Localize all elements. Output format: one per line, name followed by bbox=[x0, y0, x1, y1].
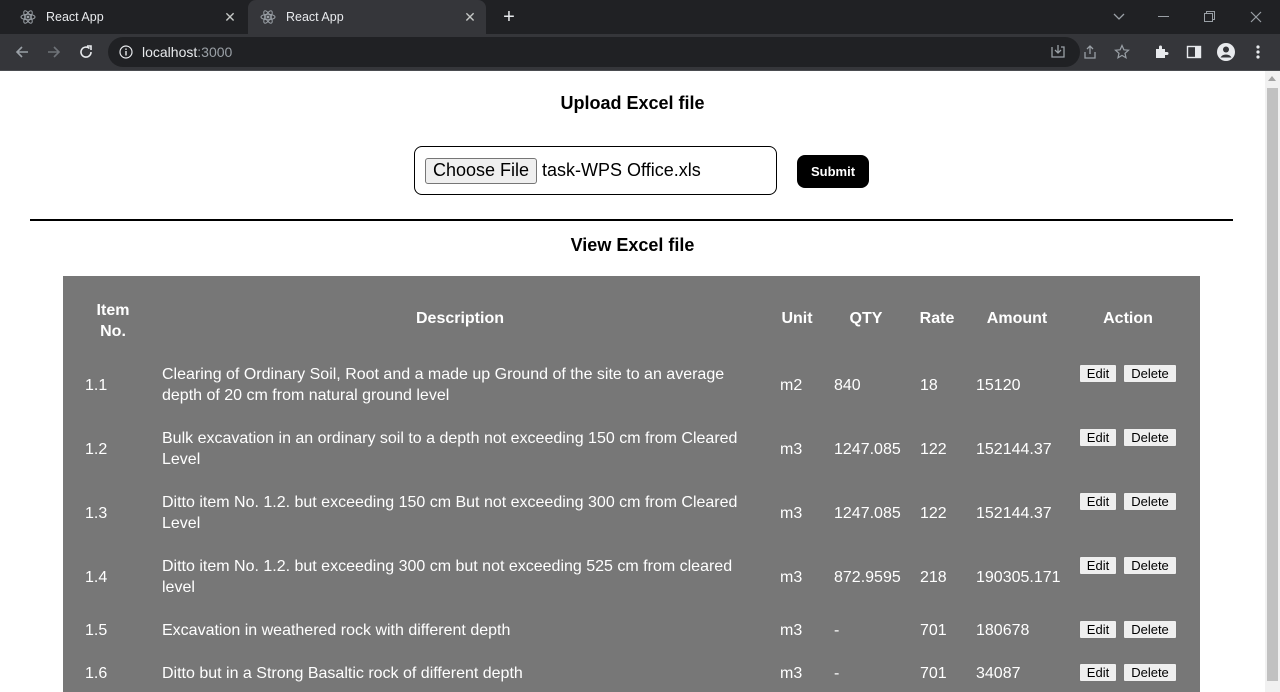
reload-icon[interactable] bbox=[72, 38, 100, 66]
cell-rate: 122 bbox=[920, 505, 947, 522]
address-bar[interactable]: localhost:3000 bbox=[108, 37, 1080, 67]
cell-description: Bulk excavation in an ordinary soil to a… bbox=[162, 430, 738, 468]
react-logo-icon bbox=[20, 9, 36, 25]
cell-item-no: 1.5 bbox=[85, 622, 108, 639]
url-port: :3000 bbox=[197, 44, 233, 60]
cell-qty: 872.9595 bbox=[834, 569, 901, 586]
cell-unit: m3 bbox=[780, 441, 803, 458]
upload-heading: Upload Excel file bbox=[560, 93, 705, 113]
cell-amount: 15120 bbox=[976, 377, 1021, 394]
section-divider bbox=[30, 219, 1233, 221]
header-rate: Rate bbox=[919, 310, 955, 327]
url-host: localhost bbox=[142, 44, 198, 60]
cell-description: Clearing of Ordinary Soil, Root and a ma… bbox=[162, 366, 725, 404]
edit-button[interactable]: Edit bbox=[1079, 556, 1117, 575]
cell-qty: 1247.085 bbox=[834, 505, 901, 522]
close-tab-icon[interactable]: ✕ bbox=[460, 7, 480, 27]
cell-item-no: 1.4 bbox=[85, 569, 108, 586]
cell-amount: 190305.171 bbox=[976, 569, 1061, 586]
edit-button[interactable]: Edit bbox=[1079, 663, 1117, 682]
new-tab-plus-icon[interactable]: + bbox=[498, 6, 520, 28]
edit-button[interactable]: Edit bbox=[1079, 620, 1117, 639]
cell-unit: m3 bbox=[780, 665, 803, 682]
share-icon[interactable] bbox=[1076, 38, 1104, 66]
header-item-line1: Item bbox=[96, 302, 130, 319]
profile-avatar-icon[interactable] bbox=[1212, 38, 1240, 66]
header-unit: Unit bbox=[781, 310, 813, 327]
browser-toolbar: localhost:3000 bbox=[0, 34, 1280, 70]
cell-qty: - bbox=[834, 665, 840, 682]
minimize-icon[interactable] bbox=[1142, 0, 1186, 34]
delete-button[interactable]: Delete bbox=[1123, 663, 1177, 682]
url-text: localhost:3000 bbox=[142, 44, 232, 60]
cell-rate: 122 bbox=[920, 441, 947, 458]
submit-button[interactable]: Submit bbox=[797, 155, 869, 188]
cell-qty: 1247.085 bbox=[834, 441, 901, 458]
delete-button[interactable]: Delete bbox=[1123, 364, 1177, 383]
cell-unit: m3 bbox=[780, 622, 803, 639]
delete-button[interactable]: Delete bbox=[1123, 556, 1177, 575]
cell-rate: 701 bbox=[920, 665, 947, 682]
forward-arrow-icon[interactable] bbox=[40, 38, 68, 66]
scroll-up-arrow-icon[interactable] bbox=[1268, 76, 1276, 81]
cell-description: Ditto item No. 1.2. but exceeding 300 cm… bbox=[162, 558, 733, 596]
scrollbar-thumb[interactable] bbox=[1267, 88, 1278, 681]
cell-item-no: 1.1 bbox=[85, 377, 108, 394]
header-amount: Amount bbox=[986, 310, 1048, 327]
selected-file-name: task-WPS Office.xls bbox=[542, 160, 701, 180]
react-logo-icon bbox=[260, 9, 276, 25]
header-action: Action bbox=[1103, 310, 1153, 327]
cell-rate: 701 bbox=[920, 622, 947, 639]
bookmark-star-icon[interactable] bbox=[1108, 38, 1136, 66]
file-input[interactable]: Choose File task-WPS Office.xls bbox=[414, 146, 777, 195]
cell-unit: m3 bbox=[780, 569, 803, 586]
vertical-scrollbar[interactable] bbox=[1265, 71, 1280, 692]
browser-tab-2-active[interactable]: React App ✕ bbox=[248, 0, 486, 34]
cell-description: Excavation in weathered rock with differ… bbox=[162, 622, 511, 639]
cell-unit: m3 bbox=[780, 505, 803, 522]
cell-description: Ditto but in a Strong Basaltic rock of d… bbox=[162, 665, 523, 682]
edit-button[interactable]: Edit bbox=[1079, 428, 1117, 447]
delete-button[interactable]: Delete bbox=[1123, 492, 1177, 511]
cell-rate: 18 bbox=[920, 377, 938, 394]
header-item-no: Item No. bbox=[85, 300, 141, 342]
menu-kebab-icon[interactable] bbox=[1244, 38, 1272, 66]
cell-amount: 180678 bbox=[976, 622, 1030, 639]
header-item-line2: No. bbox=[100, 323, 126, 340]
page-viewport: Upload Excel file Choose File task-WPS O… bbox=[0, 71, 1265, 692]
cell-item-no: 1.6 bbox=[85, 665, 108, 682]
cell-amount: 152144.37 bbox=[976, 505, 1052, 522]
cell-amount: 34087 bbox=[976, 665, 1021, 682]
side-panel-icon[interactable] bbox=[1180, 38, 1208, 66]
cell-item-no: 1.2 bbox=[85, 441, 108, 458]
extensions-puzzle-icon[interactable] bbox=[1148, 38, 1176, 66]
close-tab-icon[interactable]: ✕ bbox=[220, 7, 240, 27]
edit-button[interactable]: Edit bbox=[1079, 364, 1117, 383]
cell-qty: 840 bbox=[834, 377, 861, 394]
excel-table: Item No. Description Unit QTY Rate Amoun… bbox=[63, 276, 1200, 692]
back-arrow-icon[interactable] bbox=[8, 38, 36, 66]
cell-item-no: 1.3 bbox=[85, 505, 108, 522]
tab-title: React App bbox=[46, 10, 104, 24]
tab-title: React App bbox=[286, 10, 344, 24]
view-heading: View Excel file bbox=[570, 235, 695, 255]
cell-qty: - bbox=[834, 622, 840, 639]
tab-search-chevron-icon[interactable] bbox=[1097, 0, 1141, 34]
cell-unit: m2 bbox=[780, 377, 803, 394]
cell-rate: 218 bbox=[920, 569, 947, 586]
header-description: Description bbox=[415, 310, 504, 327]
close-window-icon[interactable] bbox=[1234, 0, 1278, 34]
cell-amount: 152144.37 bbox=[976, 441, 1052, 458]
edit-button[interactable]: Edit bbox=[1079, 492, 1117, 511]
choose-file-button[interactable]: Choose File bbox=[425, 157, 538, 184]
restore-icon[interactable] bbox=[1188, 0, 1232, 34]
install-app-icon[interactable] bbox=[1044, 38, 1072, 66]
browser-tab-strip: React App ✕ React App ✕ + bbox=[0, 0, 1280, 34]
delete-button[interactable]: Delete bbox=[1123, 428, 1177, 447]
cell-description: Ditto item No. 1.2. but exceeding 150 cm… bbox=[162, 494, 738, 532]
delete-button[interactable]: Delete bbox=[1123, 620, 1177, 639]
browser-tab-1[interactable]: React App ✕ bbox=[8, 0, 246, 34]
header-qty: QTY bbox=[849, 310, 883, 327]
site-info-icon[interactable] bbox=[118, 44, 134, 60]
